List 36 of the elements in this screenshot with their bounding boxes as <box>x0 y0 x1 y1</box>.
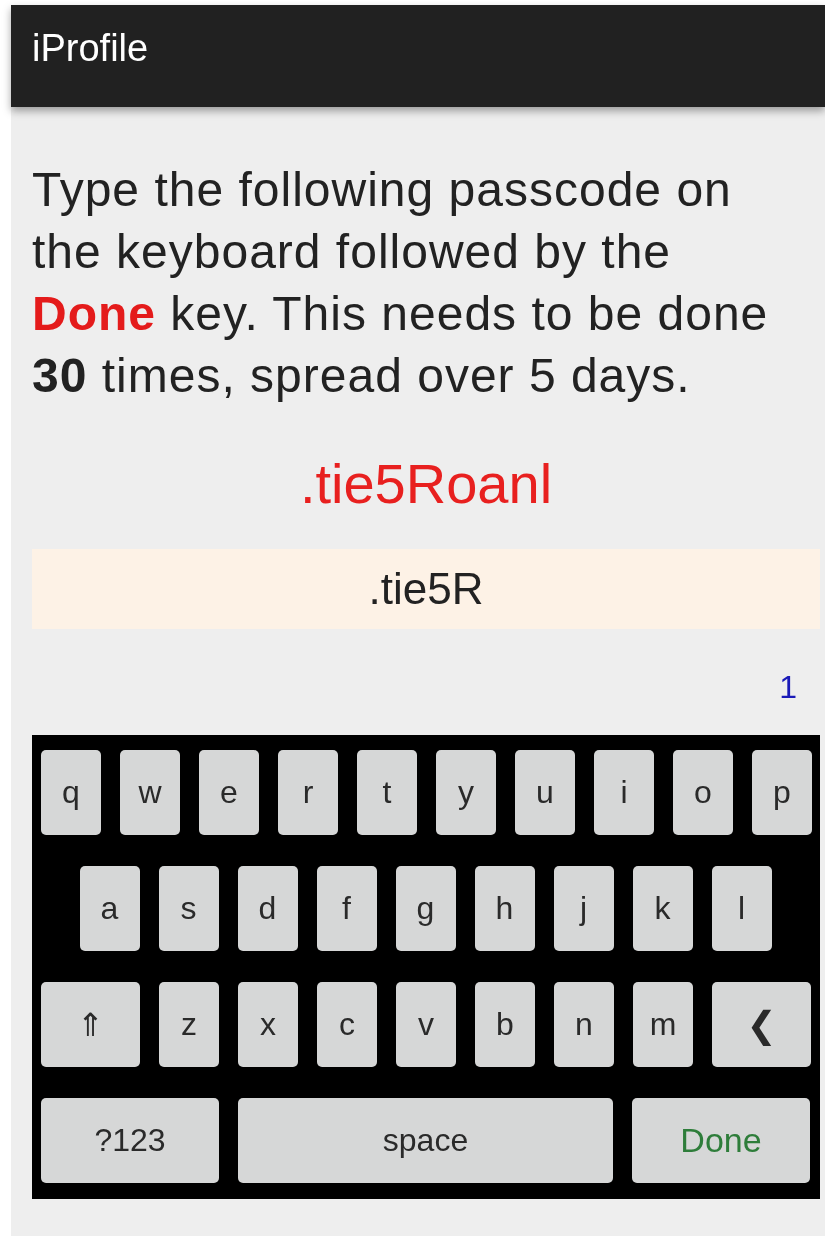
attempt-count: 1 <box>778 668 798 707</box>
letter-key[interactable]: r <box>278 750 338 835</box>
letter-key[interactable]: a <box>79 866 140 951</box>
letter-key[interactable]: y <box>436 750 496 835</box>
letter-key[interactable]: d <box>237 866 298 951</box>
passcode-input-field[interactable]: .tie5R <box>32 549 820 629</box>
space-key[interactable]: space <box>238 1098 613 1183</box>
symbols-key[interactable]: ?123 <box>41 1098 219 1183</box>
instructions-text: Type the following passcode on the keyboard followed by the Done key. This needs to be done 30 times, spread over 5 days. <box>32 162 770 404</box>
passcode-text: .tie5Roanl <box>298 451 554 517</box>
letter-key[interactable]: u <box>515 750 575 835</box>
letter-key[interactable]: f <box>316 866 377 951</box>
backspace-key[interactable]: ❮ <box>712 982 811 1067</box>
letter-key[interactable]: z <box>159 982 219 1067</box>
letter-key[interactable]: o <box>673 750 733 835</box>
letter-key[interactable]: h <box>474 866 535 951</box>
letter-key[interactable]: c <box>317 982 377 1067</box>
letter-key[interactable]: n <box>554 982 614 1067</box>
letter-key[interactable]: k <box>632 866 693 951</box>
letter-key[interactable]: w <box>120 750 180 835</box>
letter-key[interactable]: g <box>395 866 456 951</box>
letter-key[interactable]: q <box>41 750 101 835</box>
done-key[interactable]: Done <box>632 1098 810 1183</box>
letter-key[interactable]: i <box>594 750 654 835</box>
letter-key[interactable]: m <box>633 982 693 1067</box>
letter-key[interactable]: x <box>238 982 298 1067</box>
letter-key[interactable]: p <box>752 750 812 835</box>
shift-key[interactable]: ⇑ <box>41 982 140 1067</box>
letter-key[interactable]: e <box>199 750 259 835</box>
letter-key[interactable]: t <box>357 750 417 835</box>
letter-key[interactable]: b <box>475 982 535 1067</box>
letter-key[interactable]: s <box>158 866 219 951</box>
letter-key[interactable]: v <box>396 982 456 1067</box>
app-title: iProfile <box>32 27 149 70</box>
letter-key[interactable]: j <box>553 866 614 951</box>
letter-key[interactable]: l <box>711 866 772 951</box>
